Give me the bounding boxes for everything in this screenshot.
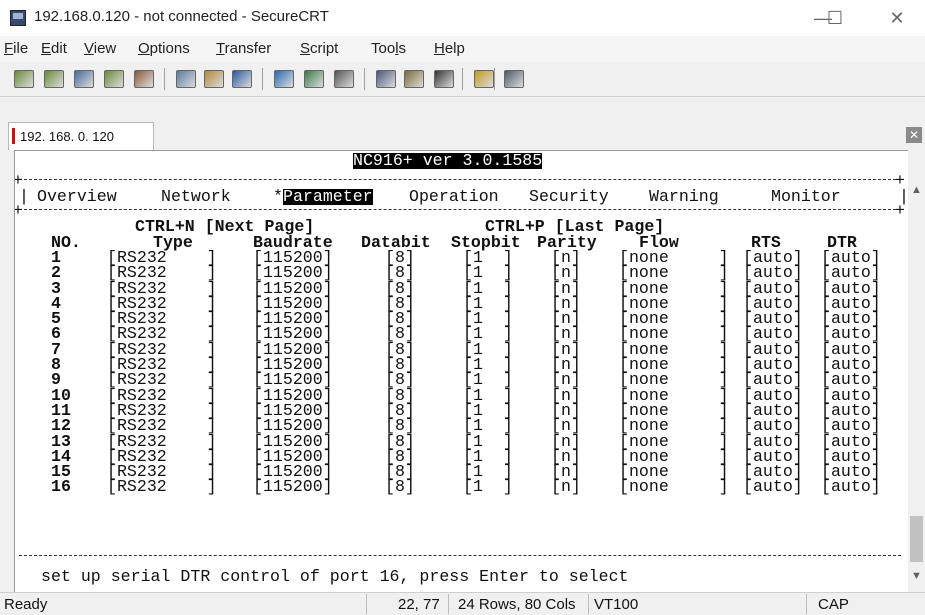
quick-connect-icon[interactable]: [44, 70, 64, 88]
cell-no: 16: [51, 477, 71, 497]
print-icon[interactable]: [334, 70, 354, 88]
divider-corner: +: [895, 201, 905, 220]
window-title: 192.168.0.120 - not connected - SecureCR…: [34, 8, 329, 25]
reconnect-icon[interactable]: [104, 70, 124, 88]
nav-network[interactable]: Network: [161, 188, 231, 205]
divider: [19, 555, 901, 556]
cell-stop[interactable]: [1 ]: [463, 479, 513, 496]
nav-overview[interactable]: Overview: [37, 188, 117, 205]
status-ready: Ready: [4, 596, 48, 613]
cell-baud[interactable]: [115200]: [253, 479, 333, 496]
securecrt-app-icon[interactable]: [10, 10, 26, 26]
toolbar-separator: [462, 68, 463, 90]
nav-operation[interactable]: Operation: [409, 188, 499, 205]
menu-help[interactable]: Help: [434, 40, 465, 57]
status-separator: [806, 594, 807, 614]
disconnected-indicator-icon: [12, 128, 15, 144]
print-setup-icon[interactable]: [274, 70, 294, 88]
status-separator: [588, 594, 589, 614]
menu-script[interactable]: Script: [300, 40, 338, 57]
divider: [19, 179, 901, 180]
toolbar-separator: [262, 68, 263, 90]
toolbar-separator: [164, 68, 165, 90]
log-session-icon[interactable]: [304, 70, 324, 88]
keymap-icon[interactable]: [404, 70, 424, 88]
nav-security[interactable]: Security: [529, 188, 609, 205]
maximize-icon[interactable]: ☐: [812, 4, 858, 32]
nav-parameter[interactable]: Parameter: [283, 188, 373, 205]
menu-tools[interactable]: Tools: [371, 40, 406, 57]
cell-dtr[interactable]: [auto]: [821, 479, 881, 496]
menu-view[interactable]: View: [84, 40, 116, 57]
connect-icon[interactable]: [14, 70, 34, 88]
cell-type[interactable]: [RS232 ]: [107, 479, 217, 496]
help-icon[interactable]: [474, 70, 494, 88]
menu-options[interactable]: Options: [138, 40, 190, 57]
cell-data[interactable]: [8]: [385, 479, 415, 496]
session-tab-label: 192. 168. 0. 120: [20, 129, 114, 144]
scrollbar-thumb[interactable]: [910, 516, 923, 562]
menu-edit[interactable]: Edit: [41, 40, 67, 57]
toolbar-separator: [494, 68, 495, 90]
copy-icon[interactable]: [176, 70, 196, 88]
cell-flow[interactable]: [none ]: [619, 479, 729, 496]
cell-parity[interactable]: [n]: [551, 479, 581, 496]
divider-corner: +: [15, 202, 23, 219]
close-icon[interactable]: ✕: [874, 4, 920, 32]
connect-tab-icon[interactable]: [74, 70, 94, 88]
cell-rts[interactable]: [auto]: [743, 479, 803, 496]
port-table: 1 [RS232 ] [115200] [8] [1 ] [n] [none ] [auto]…: [15, 249, 908, 497]
help-line: set up serial DTR control of port 16, pr…: [41, 567, 629, 586]
menu-transfer[interactable]: Transfer: [216, 40, 271, 57]
nav-monitor[interactable]: Monitor: [771, 188, 841, 205]
status-separator: [448, 594, 449, 614]
status-separator: [366, 594, 367, 614]
session-options-icon[interactable]: [376, 70, 396, 88]
paste-icon[interactable]: [204, 70, 224, 88]
divider: [19, 209, 901, 210]
status-terminal-size: 24 Rows, 80 Cols: [458, 596, 576, 613]
status-caps-lock: CAP: [818, 596, 849, 613]
disconnect-icon[interactable]: [134, 70, 154, 88]
sftp-icon[interactable]: [434, 70, 454, 88]
status-emulation: VT100: [594, 596, 639, 613]
scroll-up-icon[interactable]: ▲: [908, 184, 925, 196]
table-row: 16 [RS232 ] [115200] [8] [1 ] [n] [none ] [auto…: [15, 477, 908, 497]
terminal-icon[interactable]: [504, 70, 524, 88]
firmware-header: NC916+ ver 3.0.1585: [353, 151, 543, 170]
status-cursor-position: 22, 77: [398, 596, 440, 613]
scroll-down-icon[interactable]: ▼: [908, 570, 925, 582]
nav-selected-marker: *: [273, 187, 283, 206]
terminal-screen[interactable]: NC916+ ver 3.0.1585 + + | | Overview Net…: [14, 150, 908, 592]
menu-file[interactable]: File: [4, 40, 28, 57]
toolbar-separator: [364, 68, 365, 90]
tab-close-icon[interactable]: ✕: [906, 127, 922, 143]
find-icon[interactable]: [232, 70, 252, 88]
nav-warning[interactable]: Warning: [649, 188, 719, 205]
